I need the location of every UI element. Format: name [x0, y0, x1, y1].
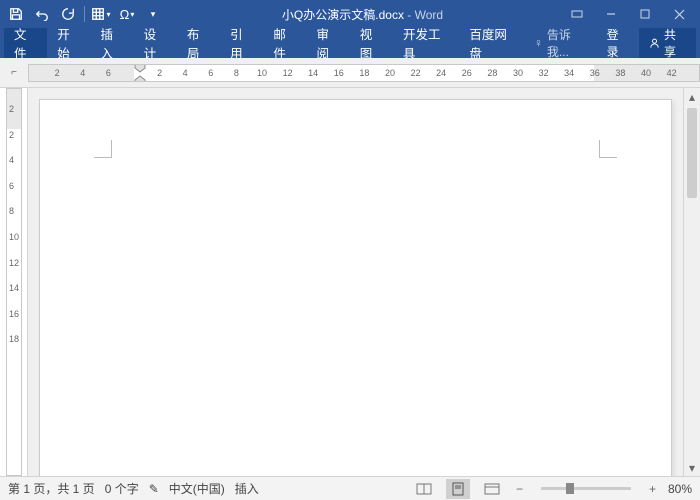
insert-mode-status[interactable]: 插入 [235, 480, 259, 497]
document-area[interactable] [28, 88, 683, 476]
tab-insert[interactable]: 插入 [90, 28, 133, 58]
ribbon-tabs: 文件 开始 插入 设计 布局 引用 邮件 审阅 视图 开发工具 百度网盘 ♀告诉… [0, 28, 700, 58]
tab-baidu[interactable]: 百度网盘 [459, 28, 525, 58]
first-line-indent-marker[interactable] [134, 64, 146, 82]
login-button[interactable]: 登录 [597, 26, 639, 60]
zoom-in-button[interactable]: + [647, 482, 658, 496]
web-layout-button[interactable] [480, 479, 504, 499]
print-layout-button[interactable] [446, 479, 470, 499]
window-controls [560, 2, 696, 26]
scroll-down-button[interactable]: ▾ [684, 459, 700, 476]
save-button[interactable] [4, 2, 28, 26]
undo-button[interactable] [30, 2, 54, 26]
table-quick-button[interactable]: ▾ [89, 2, 113, 26]
tab-file[interactable]: 文件 [4, 28, 47, 58]
tell-me-search[interactable]: ♀告诉我... [526, 26, 597, 60]
tab-developer[interactable]: 开发工具 [393, 28, 459, 58]
person-icon [649, 37, 660, 49]
vertical-ruler[interactable]: 224681012141618 [0, 88, 28, 476]
tab-design[interactable]: 设计 [134, 28, 177, 58]
margin-corner-tl [94, 140, 112, 158]
horizontal-ruler-area: ⌐ 64224681012141618202224262830323436384… [0, 58, 700, 88]
zoom-slider[interactable] [541, 487, 631, 490]
ruler-corner[interactable]: ⌐ [0, 58, 28, 87]
quick-access-toolbar: ▾ Ω▾ ▾ [4, 2, 165, 26]
tab-home[interactable]: 开始 [47, 28, 90, 58]
word-count-status[interactable]: 0 个字 [105, 480, 139, 497]
zoom-slider-thumb[interactable] [566, 483, 574, 494]
read-mode-button[interactable] [412, 479, 436, 499]
horizontal-ruler[interactable]: 6422468101214161820222426283032343638404… [28, 64, 700, 82]
language-status[interactable]: 中文(中国) [169, 480, 225, 497]
tab-review[interactable]: 审阅 [307, 28, 350, 58]
window-title: 小Q办公演示文稿.docx - Word [165, 6, 560, 23]
status-bar: 第 1 页，共 1 页 0 个字 ✎ 中文(中国) 插入 − + 80% [0, 476, 700, 500]
proofing-status[interactable]: ✎ [149, 482, 159, 496]
ribbon-options-button[interactable] [560, 2, 594, 26]
zoom-level[interactable]: 80% [668, 482, 692, 496]
maximize-button[interactable] [628, 2, 662, 26]
qat-customize-button[interactable]: ▾ [141, 2, 165, 26]
tab-mailings[interactable]: 邮件 [263, 28, 306, 58]
page[interactable] [40, 100, 671, 476]
share-button[interactable]: 共享 [639, 28, 696, 58]
redo-button[interactable] [56, 2, 80, 26]
zoom-out-button[interactable]: − [514, 482, 525, 496]
scroll-thumb[interactable] [687, 108, 697, 198]
tab-view[interactable]: 视图 [350, 28, 393, 58]
close-button[interactable] [662, 2, 696, 26]
scroll-up-button[interactable]: ▴ [684, 88, 700, 105]
tab-layout[interactable]: 布局 [177, 28, 220, 58]
symbol-quick-button[interactable]: Ω▾ [115, 2, 139, 26]
workspace: 224681012141618 ▴ ▾ [0, 88, 700, 476]
vertical-scrollbar[interactable]: ▴ ▾ [683, 88, 700, 476]
lightbulb-icon: ♀ [534, 36, 543, 50]
minimize-button[interactable] [594, 2, 628, 26]
tab-references[interactable]: 引用 [220, 28, 263, 58]
page-count-status[interactable]: 第 1 页，共 1 页 [8, 480, 95, 497]
margin-corner-tr [599, 140, 617, 158]
